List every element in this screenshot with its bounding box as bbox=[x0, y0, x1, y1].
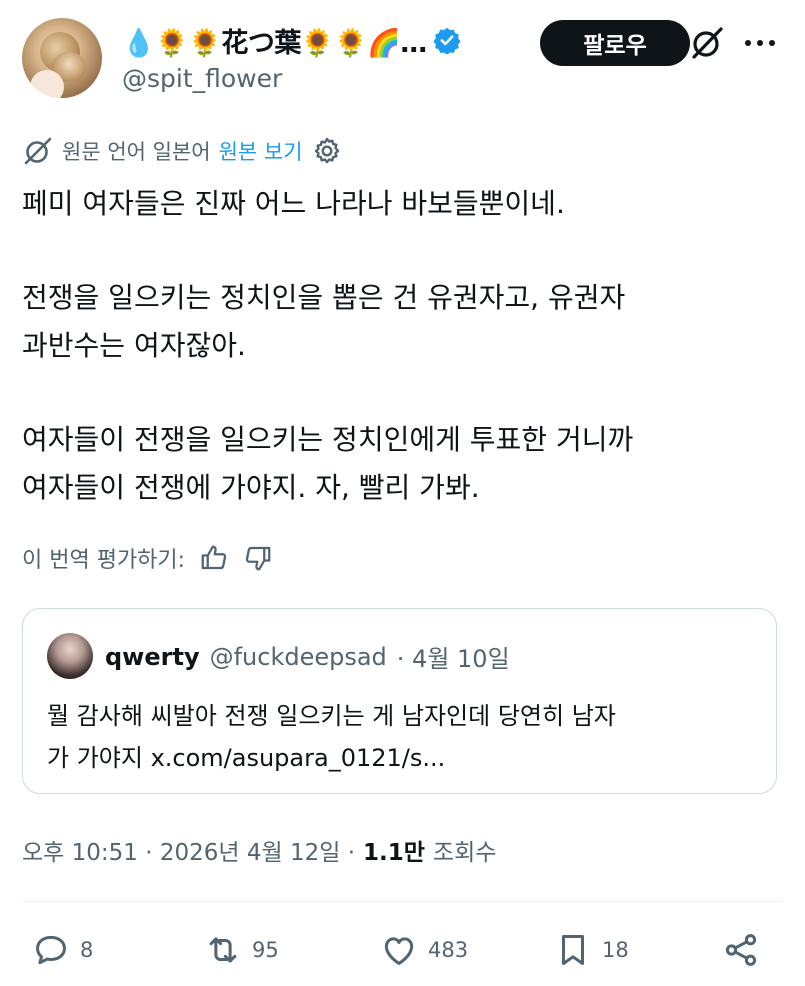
repost-button[interactable]: 95 bbox=[204, 928, 279, 972]
bookmark-count: 18 bbox=[602, 938, 629, 962]
translate-icon bbox=[24, 137, 52, 165]
quoted-tweet-date: · 4월 10일 bbox=[396, 645, 510, 673]
settings-icon[interactable] bbox=[311, 135, 343, 167]
repost-count: 95 bbox=[252, 938, 279, 962]
quoted-author-avatar bbox=[47, 633, 93, 679]
rate-translation-row: 이 번역 평가하기: bbox=[22, 540, 273, 576]
reply-button[interactable]: 8 bbox=[32, 928, 93, 972]
tweet-line: 여자들이 전쟁을 일으키는 정치인에게 투표한 거니까 bbox=[22, 423, 634, 456]
reply-icon bbox=[36, 935, 66, 965]
verified-badge-icon bbox=[433, 27, 461, 54]
translation-row: 원문 언어 일본어 원본 보기 bbox=[22, 136, 343, 166]
tweet-header: 💧🌻🌻花つ葉🌻🌻🌈… @spit_flower 팔로우 bbox=[22, 18, 782, 100]
action-bar: 8 95 483 18 bbox=[22, 928, 782, 972]
quoted-author-name: qwerty bbox=[105, 642, 200, 671]
tweet-line: 페미 여자들은 진짜 어느 나라나 바보들뿐이네. bbox=[22, 187, 565, 220]
author-handle[interactable]: @spit_flower bbox=[122, 64, 282, 93]
repost-icon bbox=[209, 937, 237, 963]
like-count: 483 bbox=[428, 938, 469, 962]
share-button[interactable] bbox=[722, 928, 760, 972]
reply-count: 8 bbox=[80, 938, 94, 962]
like-icon bbox=[384, 937, 414, 965]
share-icon bbox=[725, 934, 757, 966]
author-name-row: 💧🌻🌻花つ葉🌻🌻🌈… bbox=[122, 20, 461, 60]
tweet-text: 페미 여자들은 진짜 어느 나라나 바보들뿐이네. 전쟁을 일으키는 정치인을 … bbox=[22, 180, 782, 512]
tweet-meta: 오후 10:51 · 2026년 4월 12일 · 1.1만 조회수 bbox=[22, 830, 496, 870]
like-button[interactable]: 483 bbox=[380, 928, 468, 972]
tweet-line: 여자들이 전쟁에 가야지. 자, 빨리 가봐. bbox=[22, 471, 480, 504]
quoted-tweet-card[interactable]: qwerty @fuckdeepsad · 4월 10일 뭘 감사해 씨발아 전… bbox=[22, 608, 777, 794]
author-display-name[interactable]: 💧🌻🌻花つ葉🌻🌻🌈… bbox=[122, 21, 427, 60]
bookmark-button[interactable]: 18 bbox=[554, 928, 629, 972]
divider bbox=[22, 901, 782, 902]
quoted-text-line: 뭘 감사해 씨발아 전쟁 일으키는 게 남자인데 당연히 남자 bbox=[47, 702, 616, 730]
view-count-label: 조회수 bbox=[432, 840, 497, 866]
rate-translation-label: 이 번역 평가하기: bbox=[22, 548, 186, 573]
tweet-line: 전쟁을 일으키는 정치인을 뽑은 건 유권자고, 유권자 bbox=[22, 281, 626, 314]
quoted-tweet-header: qwerty @fuckdeepsad · 4월 10일 bbox=[105, 639, 510, 674]
quoted-tweet-text: 뭘 감사해 씨발아 전쟁 일으키는 게 남자인데 당연히 남자 가 가야지 x.… bbox=[47, 695, 757, 779]
quoted-text-line: 가 가야지 x.com/asupara_0121/s... bbox=[47, 744, 446, 772]
show-original-link[interactable]: 원본 보기 bbox=[219, 136, 303, 166]
quoted-author-handle: @fuckdeepsad bbox=[209, 642, 387, 671]
tweet-timestamp[interactable]: 오후 10:51 · 2026년 4월 12일 · bbox=[22, 833, 355, 867]
view-count: 1.1만 bbox=[363, 840, 425, 866]
bookmark-icon bbox=[561, 935, 585, 965]
follow-button[interactable]: 팔로우 bbox=[540, 20, 690, 66]
author-avatar[interactable] bbox=[22, 18, 102, 98]
translation-note: 원문 언어 일본어 bbox=[62, 140, 211, 164]
thumbs-down-icon[interactable] bbox=[243, 543, 273, 573]
more-icon[interactable] bbox=[740, 30, 780, 56]
tweet-line: 과반수는 여자잖아. bbox=[22, 329, 246, 362]
grok-icon[interactable] bbox=[690, 26, 724, 60]
thumbs-up-icon[interactable] bbox=[199, 543, 229, 573]
